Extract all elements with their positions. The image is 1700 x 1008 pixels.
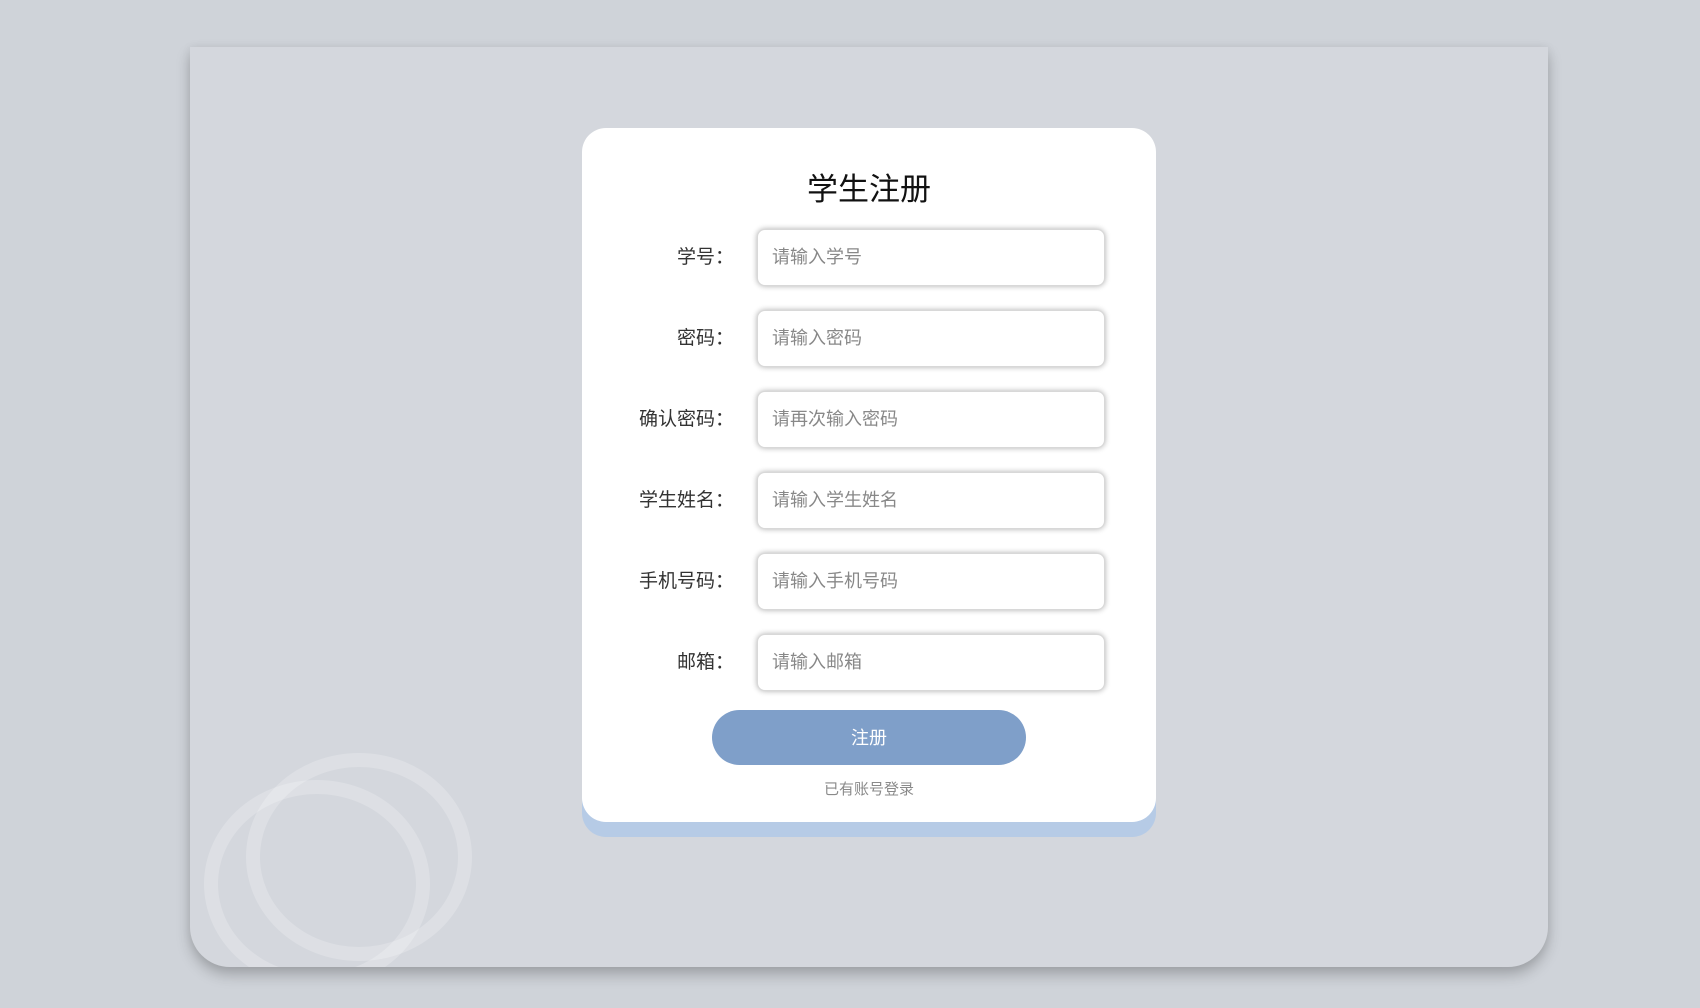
page-title: 学生注册: [807, 172, 931, 208]
register-button[interactable]: 注册: [712, 710, 1026, 765]
confirm-password-input[interactable]: [757, 391, 1105, 448]
student-id-label: 学号：: [676, 246, 734, 268]
password-input[interactable]: [757, 310, 1105, 367]
form-row-student-name: 学生姓名：: [582, 472, 1156, 529]
password-label: 密码：: [676, 327, 734, 349]
student-id-input[interactable]: [757, 229, 1105, 286]
form-row-password: 密码：: [582, 310, 1156, 367]
form-row-phone: 手机号码：: [582, 553, 1156, 610]
phone-input[interactable]: [757, 553, 1105, 610]
form-row-student-id: 学号：: [582, 229, 1156, 286]
email-input[interactable]: [757, 634, 1105, 691]
form-row-confirm-password: 确认密码：: [582, 391, 1156, 448]
decorative-ring: [246, 753, 472, 961]
email-label: 邮箱：: [676, 651, 734, 673]
login-link[interactable]: 已有账号登录: [582, 778, 1156, 799]
phone-label: 手机号码：: [638, 570, 734, 592]
form-row-email: 邮箱：: [582, 634, 1156, 691]
student-name-label: 学生姓名：: [638, 489, 734, 511]
register-card: 学生注册 学号： 密码： 确认密码： 学生姓名： 手机号码： 邮箱： 注册 已有…: [582, 128, 1156, 822]
confirm-password-label: 确认密码：: [638, 408, 734, 430]
student-name-input[interactable]: [757, 472, 1105, 529]
